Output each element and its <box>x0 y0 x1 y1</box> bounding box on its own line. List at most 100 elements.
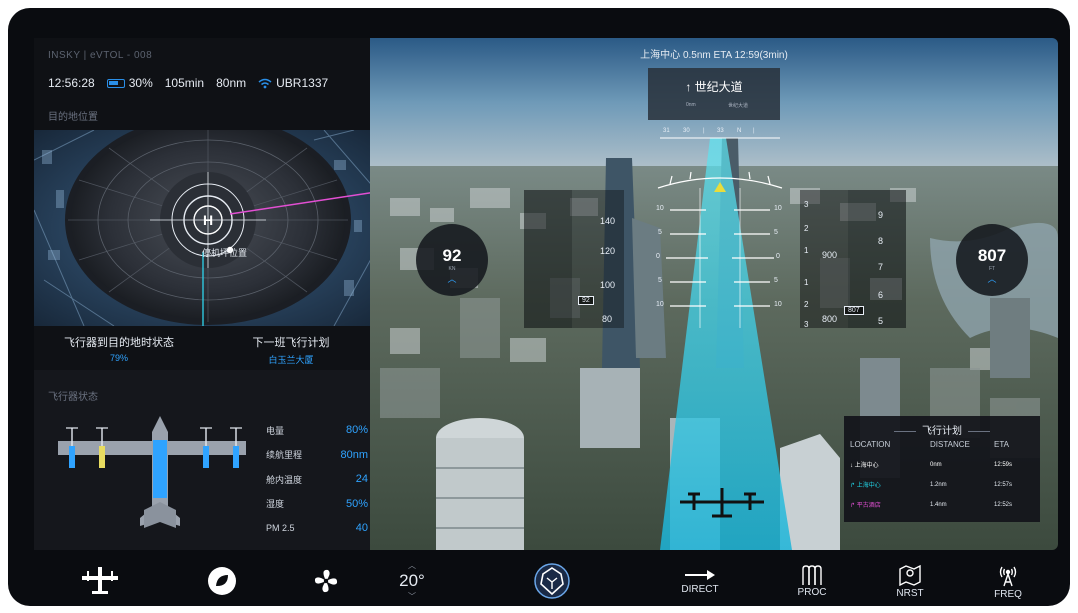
battery-icon <box>106 78 125 88</box>
vs-label: 1 <box>804 278 809 287</box>
fan-icon <box>314 569 338 593</box>
direct-button[interactable]: DIRECT <box>672 560 728 602</box>
wifi-id: UBR1337 <box>276 76 329 90</box>
wifi-status: UBR1337 <box>258 76 328 90</box>
flight-plan-row[interactable]: ↓ 上海中心 0nm 12:59s <box>850 460 1034 470</box>
pitch-label: 10 <box>774 301 782 308</box>
eco-mode-button[interactable] <box>194 560 250 602</box>
stat-label: 舱内温度 <box>266 474 303 485</box>
left-panel: INSKY | eVTOL - 008 12:56:28 30% 105min … <box>34 38 376 550</box>
altitude-gauge: 807 FT ︿ <box>956 224 1028 296</box>
flight-plan-panel[interactable]: 飞行计划 LOCATION DISTANCE ETA ↓ 上海中心 0nm 12… <box>844 416 1040 522</box>
arrow-right-icon <box>685 569 715 580</box>
battery-status: 30% <box>106 76 153 90</box>
column-header: DISTANCE <box>930 440 970 449</box>
chevron-up-icon: ︿ <box>987 274 997 284</box>
road-sign: ↑ 世纪大道 0nm 世纪大道 <box>648 68 780 120</box>
alt-scale-value: 8 <box>878 236 884 246</box>
proc-label: PROC <box>797 586 827 598</box>
nrst-label: NRST <box>896 587 924 599</box>
chevron-up-icon: ︿ <box>447 274 457 284</box>
fan-button[interactable] <box>298 560 354 602</box>
road-name: ↑ 世纪大道 <box>648 78 780 95</box>
aircraft-mode-button[interactable] <box>72 560 128 602</box>
pitch-label: 0 <box>776 253 780 260</box>
pitch-label: 0 <box>656 253 660 260</box>
antenna-icon <box>999 566 1017 586</box>
row-eta: 12:59s <box>994 461 1013 468</box>
flight-plan-row[interactable]: ↱ 上海中心 1.2nm 12:57s <box>850 480 1034 490</box>
heading-tick: | <box>753 128 755 134</box>
destination-satellite-view[interactable]: H 停机坪位置 <box>34 130 376 326</box>
column-header: LOCATION <box>850 440 891 449</box>
row-eta: 12:52s <box>994 501 1013 508</box>
procedure-icon <box>802 564 822 585</box>
stat-label: 续航里程 <box>266 450 303 461</box>
destination-info: 飞行器到目的地时状态 79% 下一班飞行计划 白玉兰大厦 <box>34 326 376 370</box>
home-logo-button[interactable] <box>528 560 576 602</box>
alt-tape-value: 900 <box>822 250 838 260</box>
heading-tick: 30 <box>683 128 690 134</box>
speed-tape-value: 80 <box>602 314 613 324</box>
hud-top-status: 上海中心 0.5nm ETA 12:59(3min) <box>640 50 788 61</box>
pitch-label: 10 <box>656 301 664 308</box>
row-location: 上海中心 <box>854 463 879 469</box>
altitude-value: 807 <box>977 246 1007 265</box>
freq-button[interactable]: FREQ <box>982 560 1034 602</box>
alt-scale-value: 5 <box>878 316 884 326</box>
alt-scale-value: 7 <box>878 262 884 272</box>
vs-label: 3 <box>804 200 809 209</box>
aircraft-diagram <box>58 416 246 528</box>
leaf-icon <box>208 567 236 595</box>
proc-button[interactable]: PROC <box>786 560 838 602</box>
straight-arrow-icon: ↓ <box>850 463 853 469</box>
bottom-toolbar: ︿ 20° ﹀ DIRECT PROC NRST FREQ <box>8 556 1070 606</box>
chevron-down-icon[interactable]: ﹀ <box>408 591 416 602</box>
stat-row-humidity: 湿度 50% <box>266 492 376 517</box>
stat-label: PM 2.5 <box>266 523 295 534</box>
pitch-label: 10 <box>656 205 664 212</box>
chevron-up-icon[interactable]: ︿ <box>408 560 416 571</box>
battery-percent: 30% <box>128 76 153 90</box>
freq-label: FREQ <box>994 588 1022 600</box>
next-plan-label: 下一班飞行计划 <box>252 337 330 349</box>
pitch-label: 10 <box>774 205 782 212</box>
next-plan: 下一班飞行计划 白玉兰大厦 <box>206 334 376 366</box>
helipad-letter: H <box>203 212 213 228</box>
vs-label: 1 <box>804 246 809 255</box>
vs-label: 2 <box>804 224 809 233</box>
nrst-button[interactable]: NRST <box>884 560 936 602</box>
satellite-map: H <box>34 130 376 326</box>
aircraft-id: INSKY | eVTOL - 008 <box>48 50 153 61</box>
next-plan-value: 白玉兰大厦 <box>268 355 314 365</box>
column-header: ETA <box>994 440 1009 449</box>
pad-position-label: 停机坪位置 <box>202 248 248 258</box>
road-sub-right: 世纪大道 <box>728 103 749 109</box>
heading-tick: 33 <box>717 128 724 134</box>
alt-scale-value: 6 <box>878 290 884 300</box>
row-distance: 1.2nm <box>930 481 947 488</box>
speed-tape-value: 120 <box>600 246 616 256</box>
endurance-time: 105min <box>164 76 205 90</box>
row-distance: 0nm <box>930 461 942 468</box>
aircraft-stats: 电量 80% 续航里程 80nm 舱内温度 24 湿度 50% PM 2.5 4… <box>266 418 376 541</box>
stat-value: 24 <box>355 473 368 486</box>
speed-marker: 92 <box>578 296 594 305</box>
range-distance: 80nm <box>216 76 247 90</box>
hud-view[interactable]: 上海中心 0.5nm ETA 12:59(3min) ↑ 世纪大道 0nm 世纪… <box>370 38 1058 550</box>
status-row: 12:56:28 30% 105min 80nm UBR1337 <box>48 76 328 90</box>
vs-label: 3 <box>804 320 809 329</box>
temperature-control[interactable]: ︿ 20° ﹀ <box>392 560 432 602</box>
row-location: 平古酒店 <box>856 503 881 509</box>
row-distance: 1.4nm <box>930 501 947 508</box>
road-sub-left: 0nm <box>686 102 696 108</box>
flight-plan-row[interactable]: ↱ 平古酒店 1.4nm 12:52s <box>850 500 1034 510</box>
pitch-label: 5 <box>658 277 662 284</box>
alt-scale-value: 9 <box>878 210 884 220</box>
heading-tick: 31 <box>663 128 670 134</box>
turn-right-icon: ↱ <box>850 503 856 509</box>
arrow-up-icon: ↑ <box>685 80 692 94</box>
pitch-label: 5 <box>774 277 778 284</box>
cockpit-display: INSKY | eVTOL - 008 12:56:28 30% 105min … <box>8 8 1070 606</box>
stat-value: 80nm <box>340 448 368 461</box>
